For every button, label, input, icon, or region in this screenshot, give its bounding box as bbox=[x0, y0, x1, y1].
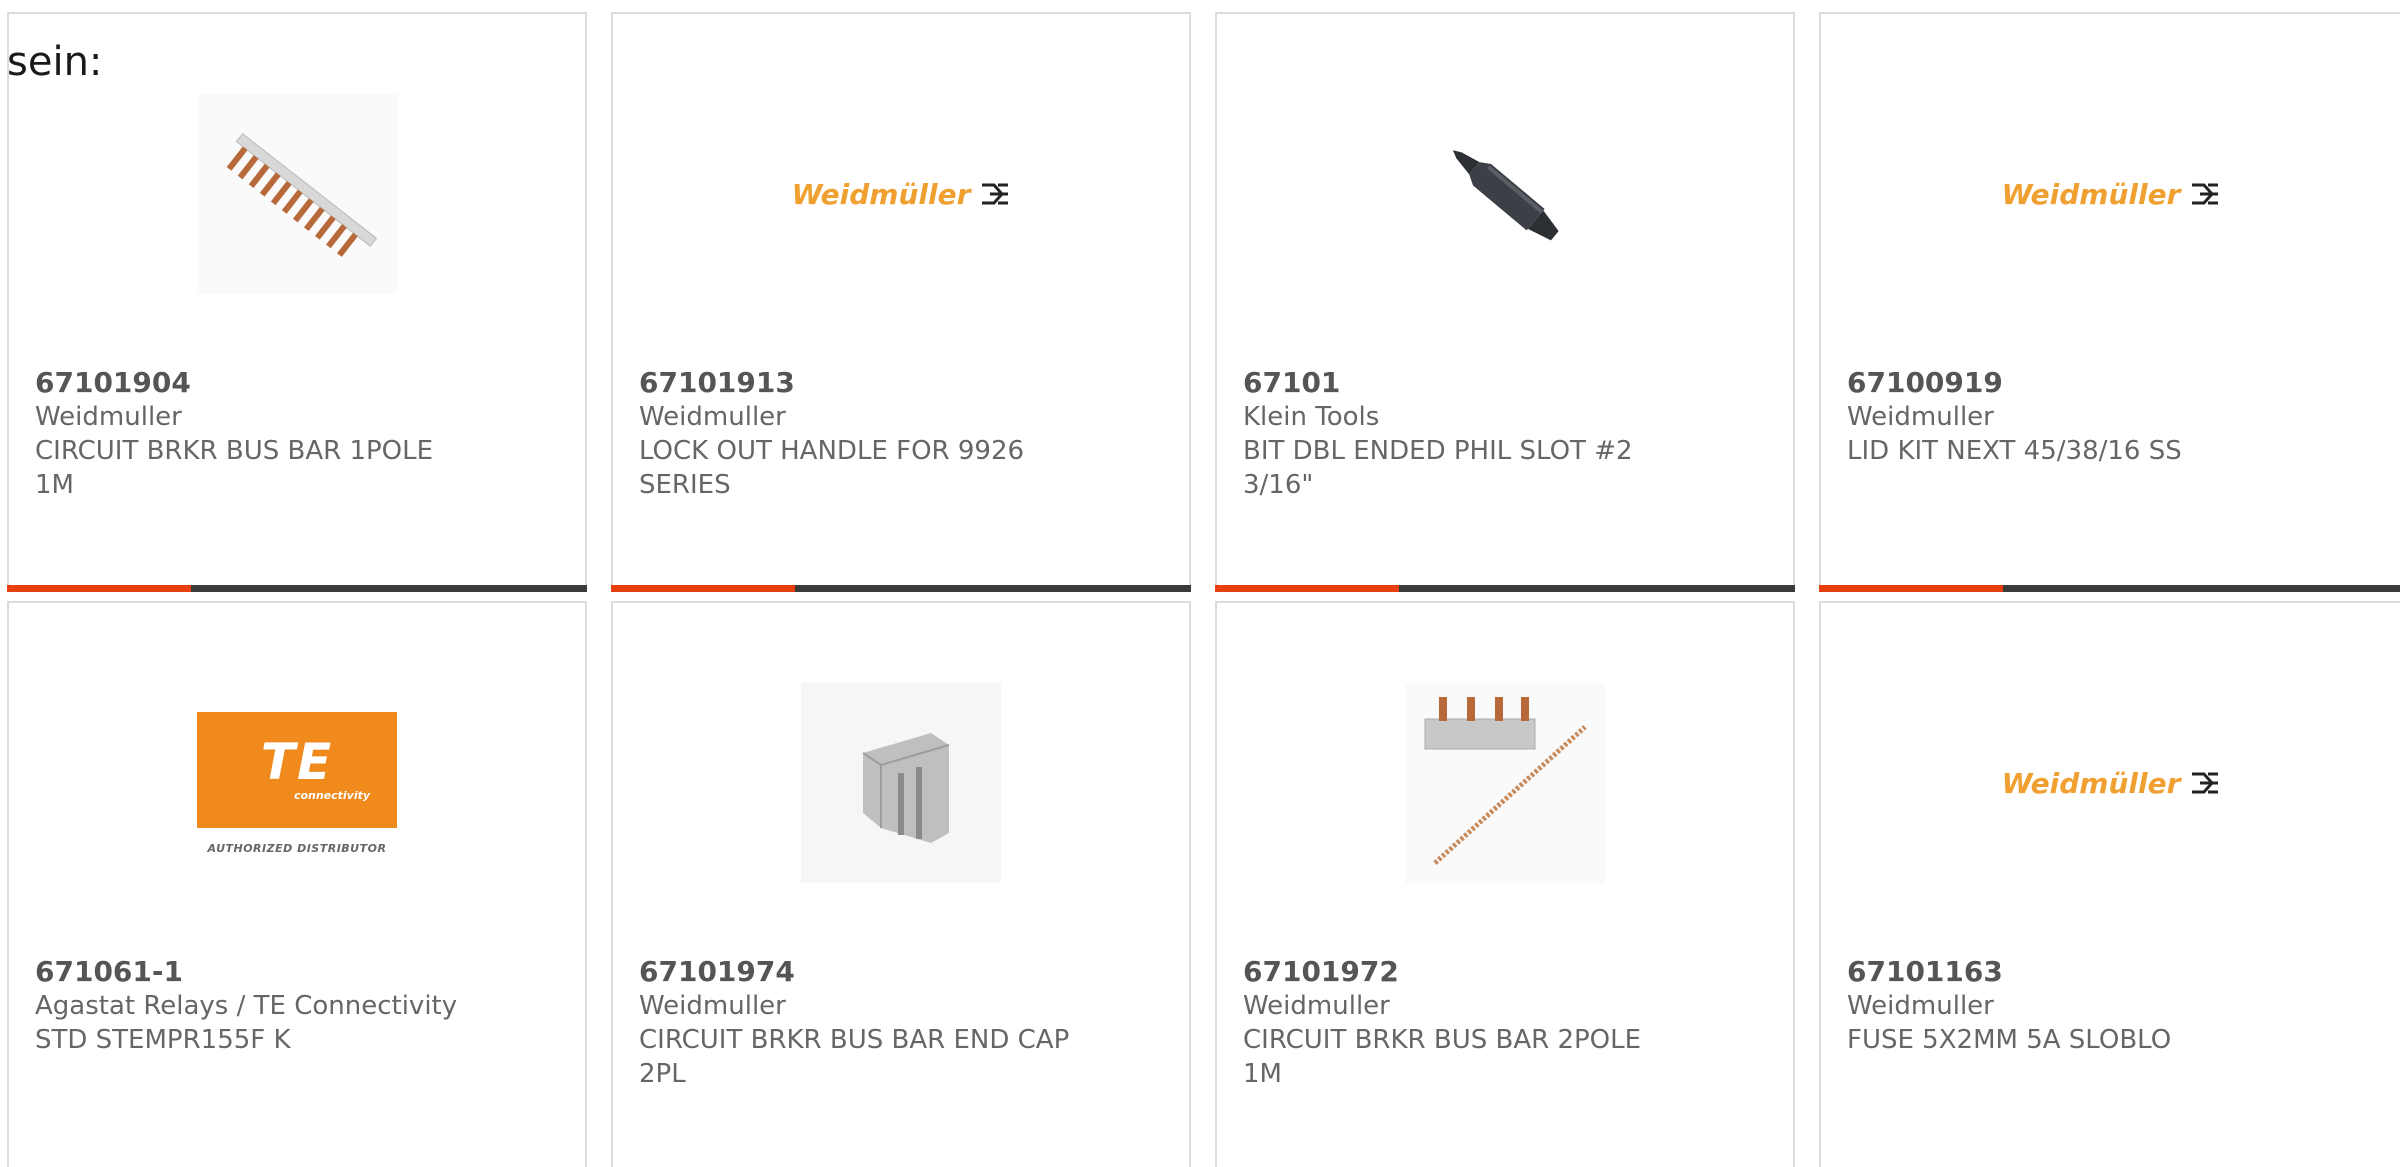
part-number[interactable]: 67101 bbox=[1243, 366, 1683, 400]
product-card[interactable]: TE connectivity AUTHORIZED DISTRIBUTOR 6… bbox=[7, 601, 587, 1167]
description-line: 3/16" bbox=[1243, 470, 1314, 500]
description-line: LOCK OUT HANDLE FOR 9926 bbox=[639, 436, 1025, 466]
manufacturer: Weidmuller bbox=[1243, 991, 1390, 1021]
description-line: LID KIT NEXT 45/38/16 SS bbox=[1847, 436, 2182, 466]
te-sub: connectivity bbox=[293, 789, 371, 802]
weidmuller-logo: Weidmüller bbox=[2002, 767, 2221, 800]
product-card[interactable]: 67101904 Weidmuller CIRCUIT BRKR BUS BAR… bbox=[7, 12, 587, 592]
description-line: SERIES bbox=[639, 470, 731, 500]
weidmuller-logo: Weidmüller bbox=[792, 178, 1011, 211]
product-card[interactable]: 67101974 Weidmuller CIRCUIT BRKR BUS BAR… bbox=[611, 601, 1191, 1167]
product-image[interactable] bbox=[1217, 74, 1793, 314]
weidmuller-mark-icon bbox=[2192, 183, 2219, 205]
manufacturer: Agastat Relays / TE Connectivity bbox=[35, 991, 458, 1021]
manufacturer: Klein Tools bbox=[1243, 402, 1380, 432]
description-line: BIT DBL ENDED PHIL SLOT #2 bbox=[1243, 436, 1633, 466]
card-accent bbox=[7, 585, 191, 592]
end-cap-image bbox=[801, 683, 1001, 883]
product-image[interactable] bbox=[9, 74, 585, 314]
card-accent bbox=[1819, 585, 2003, 592]
te-connectivity-logo: TE connectivity AUTHORIZED DISTRIBUTOR bbox=[197, 711, 397, 855]
card-accent bbox=[611, 585, 795, 592]
part-number[interactable]: 67100919 bbox=[1847, 366, 2287, 400]
description-line: CIRCUIT BRKR BUS BAR 2POLE bbox=[1243, 1025, 1642, 1055]
part-number[interactable]: 671061-1 bbox=[35, 955, 475, 989]
product-info: 67101974 Weidmuller CIRCUIT BRKR BUS BAR… bbox=[639, 955, 1079, 1091]
description-line: CIRCUIT BRKR BUS BAR END CAP bbox=[639, 1025, 1070, 1055]
product-image[interactable]: Weidmüller bbox=[613, 74, 1189, 314]
product-info: 67101904 Weidmuller CIRCUIT BRKR BUS BAR… bbox=[35, 366, 475, 502]
bus-bar-2pole-image bbox=[1405, 683, 1605, 883]
lead-text: sein: bbox=[7, 39, 103, 85]
card-bottom-bar bbox=[1819, 585, 2400, 592]
product-image[interactable] bbox=[613, 663, 1189, 903]
product-info: 671061-1 Agastat Relays / TE Connectivit… bbox=[35, 955, 475, 1057]
description-line: 1M bbox=[35, 470, 74, 500]
product-info: 67101163 Weidmuller FUSE 5X2MM 5A SLOBLO bbox=[1847, 955, 2287, 1057]
card-bottom-bar bbox=[611, 585, 1191, 592]
product-image[interactable]: Weidmüller bbox=[1821, 663, 2400, 903]
product-info: 67101 Klein Tools BIT DBL ENDED PHIL SLO… bbox=[1243, 366, 1683, 502]
te-logo-box: TE connectivity bbox=[197, 711, 397, 828]
product-image[interactable]: Weidmüller bbox=[1821, 74, 2400, 314]
product-card[interactable]: Weidmüller 67101163 Weidmuller FUSE 5X2M… bbox=[1819, 601, 2400, 1167]
weidmuller-mark-icon bbox=[2192, 772, 2219, 794]
description-line: 1M bbox=[1243, 1059, 1282, 1089]
part-number[interactable]: 67101913 bbox=[639, 366, 1079, 400]
card-bottom-bar bbox=[7, 585, 587, 592]
card-bottom-bar bbox=[1215, 585, 1795, 592]
part-number[interactable]: 67101972 bbox=[1243, 955, 1683, 989]
manufacturer: Weidmuller bbox=[639, 991, 786, 1021]
manufacturer: Weidmuller bbox=[639, 402, 786, 432]
description-line: STD STEMPR155F K bbox=[35, 1025, 291, 1055]
product-info: 67101913 Weidmuller LOCK OUT HANDLE FOR … bbox=[639, 366, 1079, 502]
manufacturer: Weidmuller bbox=[35, 402, 182, 432]
description-line: 2PL bbox=[639, 1059, 686, 1089]
product-card[interactable]: 67101972 Weidmuller CIRCUIT BRKR BUS BAR… bbox=[1215, 601, 1795, 1167]
logo-text: Weidmüller bbox=[791, 177, 971, 211]
product-image[interactable]: TE connectivity AUTHORIZED DISTRIBUTOR bbox=[9, 663, 585, 903]
manufacturer: Weidmuller bbox=[1847, 991, 1994, 1021]
product-image[interactable] bbox=[1217, 663, 1793, 903]
screwdriver-bit-image bbox=[1452, 150, 1559, 241]
product-grid-page: sein: 67101904 Weidmuller CIRCUIT BRKR B… bbox=[0, 0, 2400, 1167]
description-line: FUSE 5X2MM 5A SLOBLO bbox=[1847, 1025, 2172, 1055]
product-card[interactable]: 67101 Klein Tools BIT DBL ENDED PHIL SLO… bbox=[1215, 12, 1795, 592]
product-info: 67101972 Weidmuller CIRCUIT BRKR BUS BAR… bbox=[1243, 955, 1683, 1091]
te-mark: TE bbox=[260, 733, 334, 791]
logo-text: Weidmüller bbox=[2001, 766, 2181, 800]
manufacturer: Weidmuller bbox=[1847, 402, 1994, 432]
card-accent bbox=[1215, 585, 1399, 592]
part-number[interactable]: 67101974 bbox=[639, 955, 1079, 989]
bus-bar-1pole-image bbox=[197, 94, 397, 294]
product-info: 67100919 Weidmuller LID KIT NEXT 45/38/1… bbox=[1847, 366, 2287, 468]
weidmuller-logo: Weidmüller bbox=[2002, 178, 2221, 211]
part-number[interactable]: 67101904 bbox=[35, 366, 475, 400]
part-number[interactable]: 67101163 bbox=[1847, 955, 2287, 989]
product-card[interactable]: Weidmüller 67101913 Weidmuller LOCK OUT … bbox=[611, 12, 1191, 592]
logo-text: Weidmüller bbox=[2001, 177, 2181, 211]
weidmuller-mark-icon bbox=[982, 183, 1009, 205]
product-card[interactable]: Weidmüller 67100919 Weidmuller LID KIT N… bbox=[1819, 12, 2400, 592]
te-caption: AUTHORIZED DISTRIBUTOR bbox=[207, 841, 387, 855]
description-line: CIRCUIT BRKR BUS BAR 1POLE bbox=[35, 436, 434, 466]
